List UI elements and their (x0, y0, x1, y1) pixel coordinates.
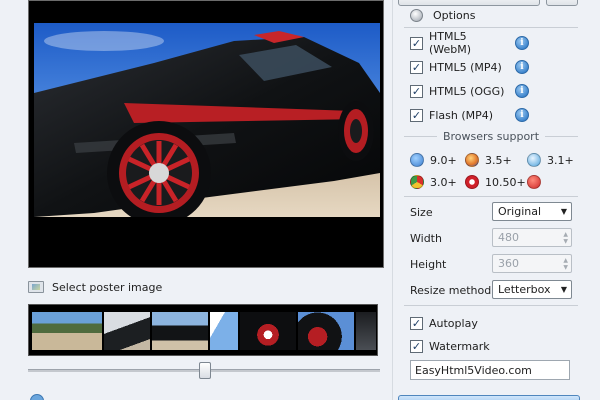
thumbnail[interactable] (210, 312, 238, 350)
height-value: 360 (498, 257, 519, 270)
options-radio-icon[interactable] (410, 8, 423, 22)
width-value: 480 (498, 231, 519, 244)
format-label: HTML5 (WebM) (429, 30, 472, 56)
timeline-slider-handle[interactable] (199, 362, 211, 379)
thumbnail[interactable] (32, 312, 102, 350)
format-label: HTML5 (MP4) (429, 60, 502, 74)
autoplay-label: Autoplay (429, 316, 478, 330)
format-row-mp4[interactable]: ✓ HTML5 (MP4) i (410, 57, 529, 77)
browser-version: 3.0+ (430, 175, 457, 189)
browser-ie: 9.0+ (410, 151, 457, 169)
resize-method-label: Resize method (410, 283, 492, 297)
options-title: Options (433, 8, 476, 22)
chevron-down-icon: ▼ (560, 285, 567, 294)
thumbnail[interactable] (152, 312, 208, 350)
browser-safari: 3.1+ (527, 151, 574, 169)
video-frame-image (34, 23, 380, 217)
autoplay-row[interactable]: ✓ Autoplay (410, 313, 478, 333)
format-row-ogg[interactable]: ✓ HTML5 (OGG) i (410, 81, 529, 101)
firefox-icon (465, 153, 479, 167)
watermark-label: Watermark (429, 339, 490, 353)
panel-divider (392, 0, 393, 400)
flash-checkbox[interactable]: ✓ (410, 108, 423, 122)
video-preview (28, 0, 384, 268)
watermark-text-input[interactable]: EasyHtml5Video.com (410, 360, 570, 380)
opera-icon (465, 175, 479, 189)
chevron-down-icon: ▼ (560, 207, 567, 216)
size-label: Size (410, 205, 433, 219)
autoplay-checkbox[interactable]: ✓ (410, 316, 423, 330)
info-icon[interactable]: i (515, 108, 529, 122)
chrome-icon (410, 175, 424, 189)
spinner-icon[interactable]: ▲ ▼ (563, 257, 568, 271)
format-label: HTML5 (OGG) (429, 84, 505, 98)
browser-version: 3.1+ (547, 153, 574, 167)
width-field[interactable]: 480 ▲ ▼ (492, 228, 572, 247)
blocked-icon (527, 175, 541, 189)
browser-version: 3.5+ (485, 153, 512, 167)
browser-firefox: 3.5+ (465, 151, 512, 169)
thumbnail[interactable] (356, 312, 376, 350)
spinner-icon[interactable]: ▲ ▼ (563, 231, 568, 245)
browser-version: 9.0+ (430, 153, 457, 167)
format-label: Flash (MP4) (429, 108, 494, 122)
bottom-action-icon[interactable] (30, 394, 44, 400)
size-select[interactable]: Original ▼ (492, 202, 572, 221)
bottom-action-button[interactable] (398, 395, 580, 400)
watermark-row[interactable]: ✓ Watermark (410, 336, 490, 356)
thumbnail[interactable] (104, 312, 150, 350)
browser-chrome: 3.0+ (410, 173, 457, 191)
info-icon[interactable]: i (515, 60, 529, 74)
options-header[interactable]: Options (410, 5, 475, 25)
format-row-flash[interactable]: ✓ Flash (MP4) i (410, 105, 529, 125)
resize-method-select[interactable]: Letterbox ▼ (492, 280, 572, 299)
thumbnail[interactable] (240, 312, 296, 350)
browsers-support-header: Browsers support (404, 128, 579, 144)
top-small-button[interactable] (546, 0, 578, 6)
height-label: Height (410, 257, 447, 271)
browser-opera: 10.50+ (465, 173, 526, 191)
divider (404, 196, 578, 197)
browsers-support-title: Browsers support (442, 129, 540, 143)
poster-label: Select poster image (52, 280, 163, 294)
info-icon[interactable]: i (515, 84, 529, 98)
browser-version: 10.50+ (485, 175, 526, 189)
ogg-checkbox[interactable]: ✓ (410, 84, 423, 98)
watermark-text: EasyHtml5Video.com (415, 363, 532, 377)
mp4-checkbox[interactable]: ✓ (410, 60, 423, 74)
image-icon (28, 281, 44, 293)
divider (404, 305, 578, 306)
height-field[interactable]: 360 ▲ ▼ (492, 254, 572, 273)
browser-blocked (527, 173, 541, 191)
safari-icon (527, 153, 541, 167)
format-row-webm[interactable]: ✓ HTML5 (WebM) i (410, 30, 529, 56)
ie-icon (410, 153, 424, 167)
size-value: Original (498, 205, 542, 218)
webm-checkbox[interactable]: ✓ (410, 36, 423, 50)
poster-selector[interactable]: Select poster image (28, 279, 162, 295)
width-label: Width (410, 231, 442, 245)
info-icon[interactable]: i (515, 36, 529, 50)
thumbnail[interactable] (298, 312, 354, 350)
watermark-checkbox[interactable]: ✓ (410, 339, 423, 353)
thumbnail-filmstrip[interactable] (28, 304, 378, 356)
divider (404, 27, 578, 28)
resize-method-value: Letterbox (498, 283, 551, 296)
